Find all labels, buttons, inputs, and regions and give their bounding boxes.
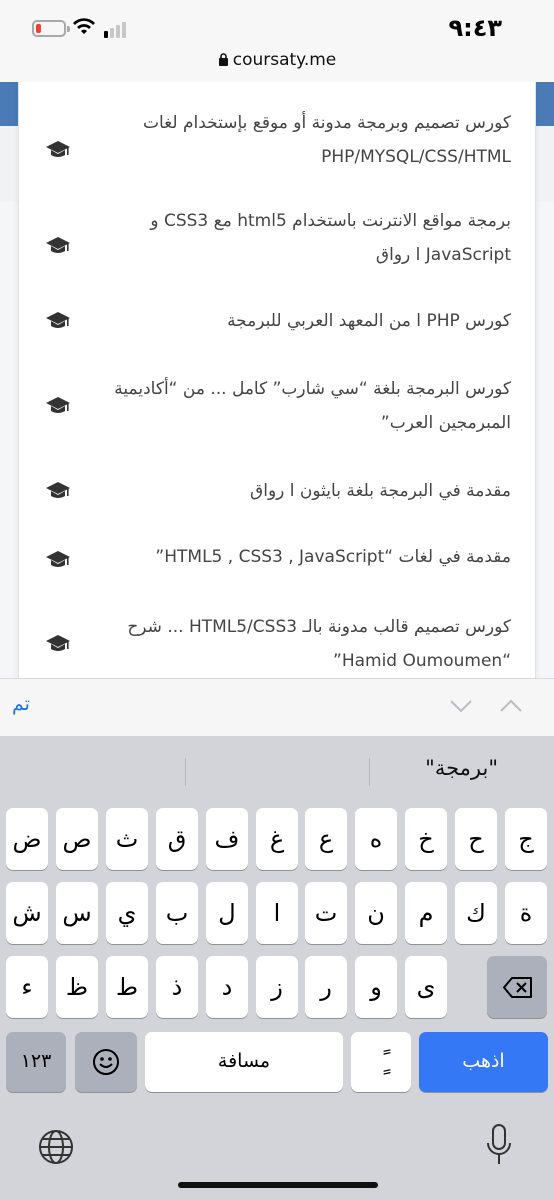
course-item[interactable]: كورس تصميم وبرمجة مدونة أو موقع بإستخدام… <box>19 96 537 178</box>
chevron-up-icon[interactable] <box>500 699 522 713</box>
course-title: مقدمة في لغات “HTML5 , CSS3 , JavaScript… <box>155 547 511 567</box>
course-title: كورس تصميم قالب مدونة بالـ HTML5/CSS3 ..… <box>127 617 511 671</box>
go-key[interactable]: اذهب <box>419 1032 548 1092</box>
key[interactable]: ف <box>206 808 248 870</box>
chevron-down-icon[interactable] <box>450 699 472 713</box>
key[interactable]: ج <box>505 808 547 870</box>
key[interactable]: ه <box>355 808 397 870</box>
search-results-dropdown: كورس تصميم وبرمجة مدونة أو موقع بإستخدام… <box>18 82 536 678</box>
status-bar: ٩:٤٣ coursaty.me <box>0 0 554 82</box>
microphone-icon[interactable] <box>486 1124 512 1166</box>
course-item[interactable]: كورس تصميم قالب مدونة بالـ HTML5/CSS3 ..… <box>19 602 537 678</box>
done-button[interactable]: تم <box>12 693 30 715</box>
battery-icon <box>32 20 70 37</box>
graduation-cap-icon <box>46 237 70 253</box>
key[interactable]: ش <box>6 882 48 944</box>
graduation-cap-icon <box>46 312 70 328</box>
graduation-cap-icon <box>46 141 70 157</box>
course-item[interactable]: مقدمة في لغات “HTML5 , CSS3 , JavaScript… <box>19 534 537 584</box>
key[interactable]: م <box>405 882 447 944</box>
key[interactable]: ر <box>305 956 347 1018</box>
key[interactable]: ع <box>305 808 347 870</box>
course-item[interactable]: مقدمة في البرمجة بلغة بايثون ا رواق <box>19 466 537 516</box>
course-title: مقدمة في البرمجة بلغة بايثون ا رواق <box>250 481 511 501</box>
key[interactable]: غ <box>256 808 298 870</box>
graduation-cap-icon <box>46 397 70 413</box>
signal-icon <box>104 20 130 38</box>
course-item[interactable]: كورس PHP ا من المعهد العربي للبرمجة <box>19 296 537 346</box>
backspace-key[interactable] <box>487 956 547 1018</box>
key[interactable]: ن <box>355 882 397 944</box>
key[interactable]: ى <box>405 956 447 1018</box>
course-item[interactable]: كورس البرمجة بلغة “سي شارب” كامل ... من … <box>19 366 537 448</box>
wifi-icon <box>73 18 95 34</box>
key[interactable]: ض <box>6 808 48 870</box>
course-title: كورس PHP ا من المعهد العربي للبرمجة <box>227 311 511 331</box>
key[interactable]: ز <box>256 956 298 1018</box>
key[interactable]: ب <box>156 882 198 944</box>
key[interactable]: ء <box>6 956 48 1018</box>
keyboard: "برمجة" ج ح خ ه ع غ ف ق ث ص ض ة ك م ن ت … <box>0 736 554 1200</box>
key[interactable]: ظ <box>56 956 98 1018</box>
address-bar[interactable]: coursaty.me <box>0 50 554 70</box>
key[interactable]: ا <box>256 882 298 944</box>
key[interactable]: ك <box>455 882 497 944</box>
space-key[interactable]: مسافة <box>145 1032 343 1092</box>
key[interactable]: خ <box>405 808 447 870</box>
key[interactable]: ذ <box>156 956 198 1018</box>
backspace-icon <box>503 977 532 998</box>
course-title: كورس تصميم وبرمجة مدونة أو موقع بإستخدام… <box>143 113 511 167</box>
key[interactable]: ق <box>156 808 198 870</box>
status-time: ٩:٤٣ <box>448 14 502 42</box>
key[interactable]: ت <box>305 882 347 944</box>
tanween-key[interactable]: ًٍ <box>351 1032 411 1092</box>
home-indicator[interactable] <box>178 1182 378 1188</box>
course-item[interactable]: برمجة مواقع الانترنت باستخدام html5 مع C… <box>19 194 537 276</box>
key[interactable]: ل <box>206 882 248 944</box>
emoji-icon <box>93 1049 119 1075</box>
course-title: برمجة مواقع الانترنت باستخدام html5 مع C… <box>150 211 511 265</box>
graduation-cap-icon <box>46 635 70 651</box>
emoji-key[interactable] <box>75 1032 137 1092</box>
key[interactable]: ح <box>455 808 497 870</box>
key[interactable]: ث <box>106 808 148 870</box>
url-text: coursaty.me <box>232 50 337 70</box>
lock-icon <box>218 53 228 66</box>
key[interactable]: ة <box>505 882 547 944</box>
course-title: كورس البرمجة بلغة “سي شارب” كامل ... من … <box>114 379 511 433</box>
key[interactable]: د <box>206 956 248 1018</box>
key[interactable]: ي <box>106 882 148 944</box>
numbers-key[interactable]: ١٢٣ <box>6 1032 66 1092</box>
key[interactable]: ط <box>106 956 148 1018</box>
suggestion-bar: "برمجة" <box>0 736 554 806</box>
graduation-cap-icon <box>46 551 70 567</box>
suggestion[interactable]: "برمجة" <box>425 756 498 780</box>
graduation-cap-icon <box>46 482 70 498</box>
keyboard-toolbar: تم <box>0 678 554 736</box>
globe-icon[interactable] <box>37 1128 75 1166</box>
key[interactable]: س <box>56 882 98 944</box>
key[interactable]: و <box>355 956 397 1018</box>
key[interactable]: ص <box>56 808 98 870</box>
web-page: كورس تصميم وبرمجة مدونة أو موقع بإستخدام… <box>0 82 554 678</box>
